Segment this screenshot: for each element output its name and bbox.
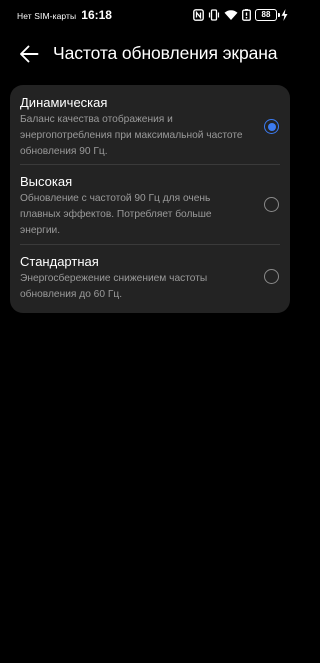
option-high[interactable]: Высокая Обновление с частотой 90 Гц для …	[10, 165, 290, 243]
option-standard[interactable]: Стандартная Энергосбережение снижением ч…	[10, 245, 290, 313]
battery-level: 88	[261, 10, 271, 19]
page-title: Частота обновления экрана	[53, 43, 278, 63]
carrier-label: Нет SIM-карты	[17, 11, 77, 21]
status-bar: Нет SIM-карты 16:18 88	[0, 0, 300, 32]
wifi-icon	[224, 9, 238, 21]
battery-icon: 88	[255, 9, 280, 21]
radio-standard[interactable]	[264, 269, 279, 284]
clock: 16:18	[81, 8, 112, 22]
status-icons: 88	[193, 8, 288, 22]
refresh-rate-options: Динамическая Баланс качества отображения…	[10, 85, 290, 313]
back-arrow-icon	[20, 45, 39, 63]
status-left: Нет SIM-карты 16:18	[17, 8, 112, 22]
radio-high[interactable]	[264, 197, 279, 212]
battery-saver-icon	[242, 9, 251, 21]
option-description: Баланс качества отображения и энергопотр…	[20, 114, 243, 157]
nfc-icon	[193, 9, 204, 21]
option-description: Обновление с частотой 90 Гц для очень пл…	[20, 193, 212, 236]
option-title: Высокая	[20, 174, 73, 189]
radio-dot	[267, 122, 276, 131]
option-dynamic[interactable]: Динамическая Баланс качества отображения…	[10, 85, 290, 163]
charging-bolt-icon	[281, 9, 288, 21]
option-title: Динамическая	[20, 95, 108, 110]
option-description: Энергосбережение снижением частоты обнов…	[20, 273, 208, 300]
option-title: Стандартная	[20, 254, 99, 269]
back-button[interactable]	[14, 40, 44, 68]
vibrate-icon	[208, 9, 220, 21]
title-bar: Частота обновления экрана	[0, 36, 300, 72]
radio-dynamic[interactable]	[264, 119, 279, 134]
